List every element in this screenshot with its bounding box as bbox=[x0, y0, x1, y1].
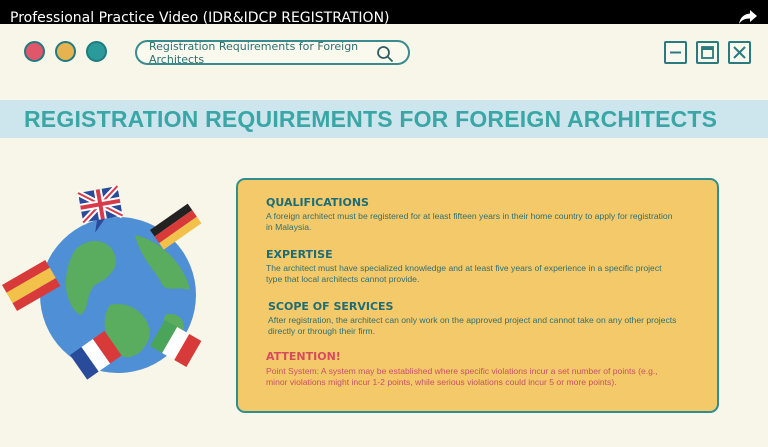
section-body-scope: After registration, the architect can on… bbox=[268, 315, 677, 336]
search-bar[interactable]: Registration Requirements for Foreign Ar… bbox=[135, 39, 410, 66]
maximize-button[interactable] bbox=[696, 41, 719, 64]
section-title-expertise: EXPERTISE bbox=[266, 248, 333, 261]
section-title-attention: ATTENTION! bbox=[266, 350, 341, 363]
teal-dot bbox=[86, 41, 107, 62]
title-banner: REGISTRATION REQUIREMENTS FOR FOREIGN AR… bbox=[0, 100, 768, 138]
section-body-attention: Point System: A system may be establishe… bbox=[266, 366, 658, 387]
maximize-icon bbox=[701, 46, 714, 59]
search-icon[interactable] bbox=[376, 45, 394, 63]
section-title-qualifications: QUALIFICATIONS bbox=[266, 196, 369, 209]
globe-icon bbox=[2, 185, 202, 380]
section-body-expertise: The architect must have specialized know… bbox=[266, 263, 662, 284]
window-dots bbox=[24, 41, 107, 62]
search-text: Registration Requirements for Foreign Ar… bbox=[149, 39, 359, 66]
video-title[interactable]: Professional Practice Video (IDR&IDCP RE… bbox=[10, 10, 390, 26]
minimize-button[interactable] bbox=[664, 41, 687, 64]
video-top-bar: Professional Practice Video (IDR&IDCP RE… bbox=[0, 0, 768, 26]
section-title-scope: SCOPE OF SERVICES bbox=[268, 300, 394, 313]
page-title: REGISTRATION REQUIREMENTS FOR FOREIGN AR… bbox=[24, 106, 718, 132]
red-dot bbox=[24, 41, 45, 62]
close-button[interactable] bbox=[728, 41, 751, 64]
share-icon[interactable] bbox=[738, 9, 758, 25]
section-body-qualifications: A foreign architect must be registered f… bbox=[266, 211, 673, 232]
close-icon bbox=[733, 46, 746, 59]
minimize-icon bbox=[670, 51, 681, 54]
requirements-card: QUALIFICATIONS A foreign architect must … bbox=[236, 178, 719, 413]
yellow-dot bbox=[55, 41, 76, 62]
